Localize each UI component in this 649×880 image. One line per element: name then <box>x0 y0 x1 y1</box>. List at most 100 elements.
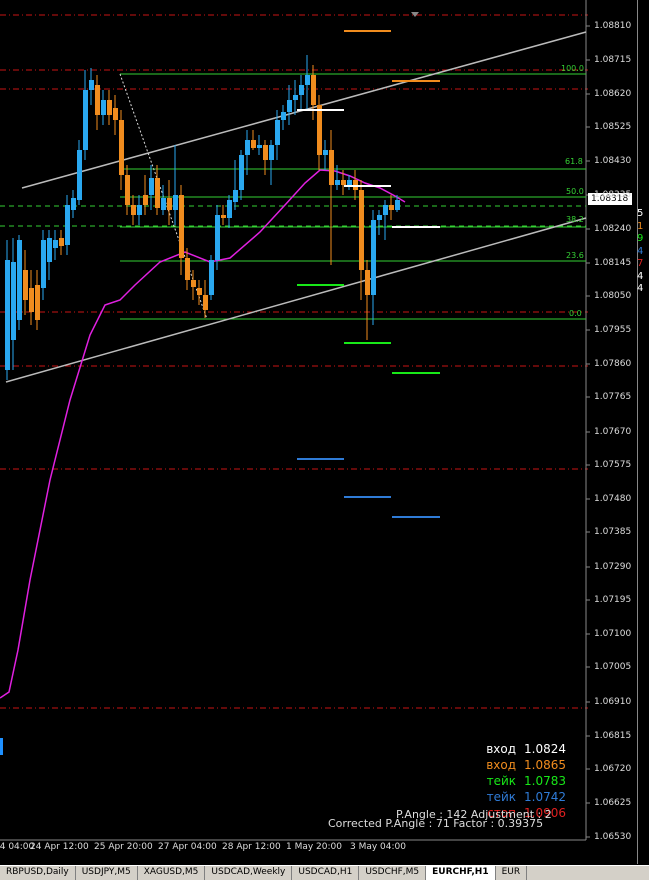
candle-body <box>323 150 328 155</box>
candle-body <box>155 178 160 208</box>
side-digit: 9 <box>637 233 644 244</box>
side-digit: 7 <box>637 258 644 269</box>
price-chart[interactable] <box>0 0 637 864</box>
price-axis-label: 1.07575 <box>594 460 632 470</box>
price-axis-label: 1.07290 <box>594 562 632 572</box>
candle-body <box>11 262 16 340</box>
candle-body <box>215 215 220 260</box>
candle-body <box>221 215 226 218</box>
candle-body <box>191 280 196 287</box>
time-axis-label: 25 Apr 20:00 <box>94 842 153 852</box>
info-row-value: 1.0865 <box>524 758 566 772</box>
chart-tab[interactable]: XAGUSD,M5 <box>138 866 206 880</box>
candle-body <box>335 180 340 185</box>
candle-body <box>59 238 64 246</box>
candle-body <box>365 270 370 295</box>
candle-body <box>263 145 268 160</box>
candle-body <box>185 258 190 280</box>
candle-body <box>23 270 28 300</box>
candle-body <box>53 240 58 248</box>
fibo-level-label: 23.6 <box>566 251 584 260</box>
candle-body <box>239 155 244 190</box>
candle-body <box>203 295 208 310</box>
candle-body <box>329 150 334 185</box>
candle-body <box>395 200 400 210</box>
candle-body <box>167 198 172 210</box>
candle-body <box>269 145 274 160</box>
candle-body <box>311 75 316 105</box>
candle-body <box>293 95 298 100</box>
candle-body <box>299 85 304 95</box>
candle-body <box>233 190 238 202</box>
candle-body <box>383 205 388 215</box>
chart-tab[interactable]: USDCAD,Weekly <box>205 866 293 880</box>
candle-body <box>173 195 178 210</box>
candle-body <box>107 100 112 115</box>
candle-body <box>341 180 346 185</box>
candle-body <box>71 198 76 210</box>
shift-arrow-icon[interactable] <box>411 12 419 17</box>
info-row-value: 1.0783 <box>524 774 566 788</box>
candle-body <box>77 150 82 200</box>
candle-body <box>317 105 322 155</box>
candle-body <box>119 120 124 175</box>
chart-tab[interactable]: EUR <box>496 866 528 880</box>
fibo-level-label: 50.0 <box>566 187 584 196</box>
candle-body <box>101 100 106 115</box>
candle-body <box>161 198 166 210</box>
info-row-label: тейк <box>486 774 516 788</box>
side-digit: 4 <box>637 245 644 257</box>
price-axis-label: 1.07955 <box>594 325 632 335</box>
candle-body <box>113 108 118 120</box>
info-row-label: вход <box>486 742 516 756</box>
chart-tab[interactable]: USDCHF,M5 <box>359 866 427 880</box>
time-axis-label: 3 May 04:00 <box>350 842 406 852</box>
side-digits: 5194744 <box>637 208 649 296</box>
time-axis-label: 1 May 20:00 <box>286 842 342 852</box>
info-row-value: 1.0824 <box>524 742 566 756</box>
candle-body <box>197 288 202 295</box>
candle-body <box>125 175 130 205</box>
price-axis-label: 1.06815 <box>594 731 632 741</box>
candle-body <box>377 215 382 220</box>
chart-tab-bar: RBPUSD,Daily USDJPY,M5 XAGUSD,M5 USDCAD,Wee… <box>0 865 649 880</box>
price-axis-label: 1.07100 <box>594 629 632 639</box>
price-axis-label: 1.07670 <box>594 427 632 437</box>
price-axis-label: 1.08525 <box>594 122 632 132</box>
info-row-label: тейк <box>486 790 516 804</box>
candle-body <box>65 205 70 245</box>
candle-body <box>209 260 214 295</box>
candle-body <box>137 205 142 215</box>
price-axis-label: 1.07765 <box>594 392 632 402</box>
candle-body <box>287 100 292 112</box>
candle-body <box>41 240 46 288</box>
candle-body <box>47 238 52 262</box>
side-digit: 1 <box>637 220 644 232</box>
info-row-value: 1.0742 <box>524 790 566 804</box>
chart-window[interactable]: 1.08318 вход 1.0824 вход 1.0865 тейк 1.0783 те… <box>0 0 638 864</box>
chart-tab[interactable]: EURCHF,H1 <box>426 866 496 880</box>
price-axis-label: 1.07005 <box>594 662 632 672</box>
price-axis-label: 1.07195 <box>594 595 632 605</box>
candle-body <box>347 180 352 185</box>
fibo-level-label: 0.0 <box>569 309 582 318</box>
channel-lower-line <box>5 217 587 383</box>
fibo-level-label: 100.0 <box>561 64 584 73</box>
time-axis-label: 28 Apr 12:00 <box>222 842 281 852</box>
candle-body <box>389 205 394 210</box>
side-digit: 4 <box>637 283 644 294</box>
price-axis-label: 1.08810 <box>594 21 632 31</box>
chart-tab[interactable]: USDCAD,H1 <box>292 866 360 880</box>
candle-body <box>281 112 286 120</box>
candle-body <box>143 195 148 205</box>
price-axis-label: 1.06625 <box>594 798 632 808</box>
candle-body <box>35 285 40 320</box>
price-axis-label: 1.08430 <box>594 156 632 166</box>
candle-body <box>305 75 310 85</box>
chart-tab[interactable]: USDJPY,M5 <box>76 866 138 880</box>
price-axis-label: 1.08335 <box>594 190 632 200</box>
price-axis-label: 1.06530 <box>594 832 632 842</box>
time-axis-label: 27 Apr 04:00 <box>158 842 217 852</box>
candle-body <box>149 178 154 195</box>
chart-tab[interactable]: RBPUSD,Daily <box>0 866 76 880</box>
